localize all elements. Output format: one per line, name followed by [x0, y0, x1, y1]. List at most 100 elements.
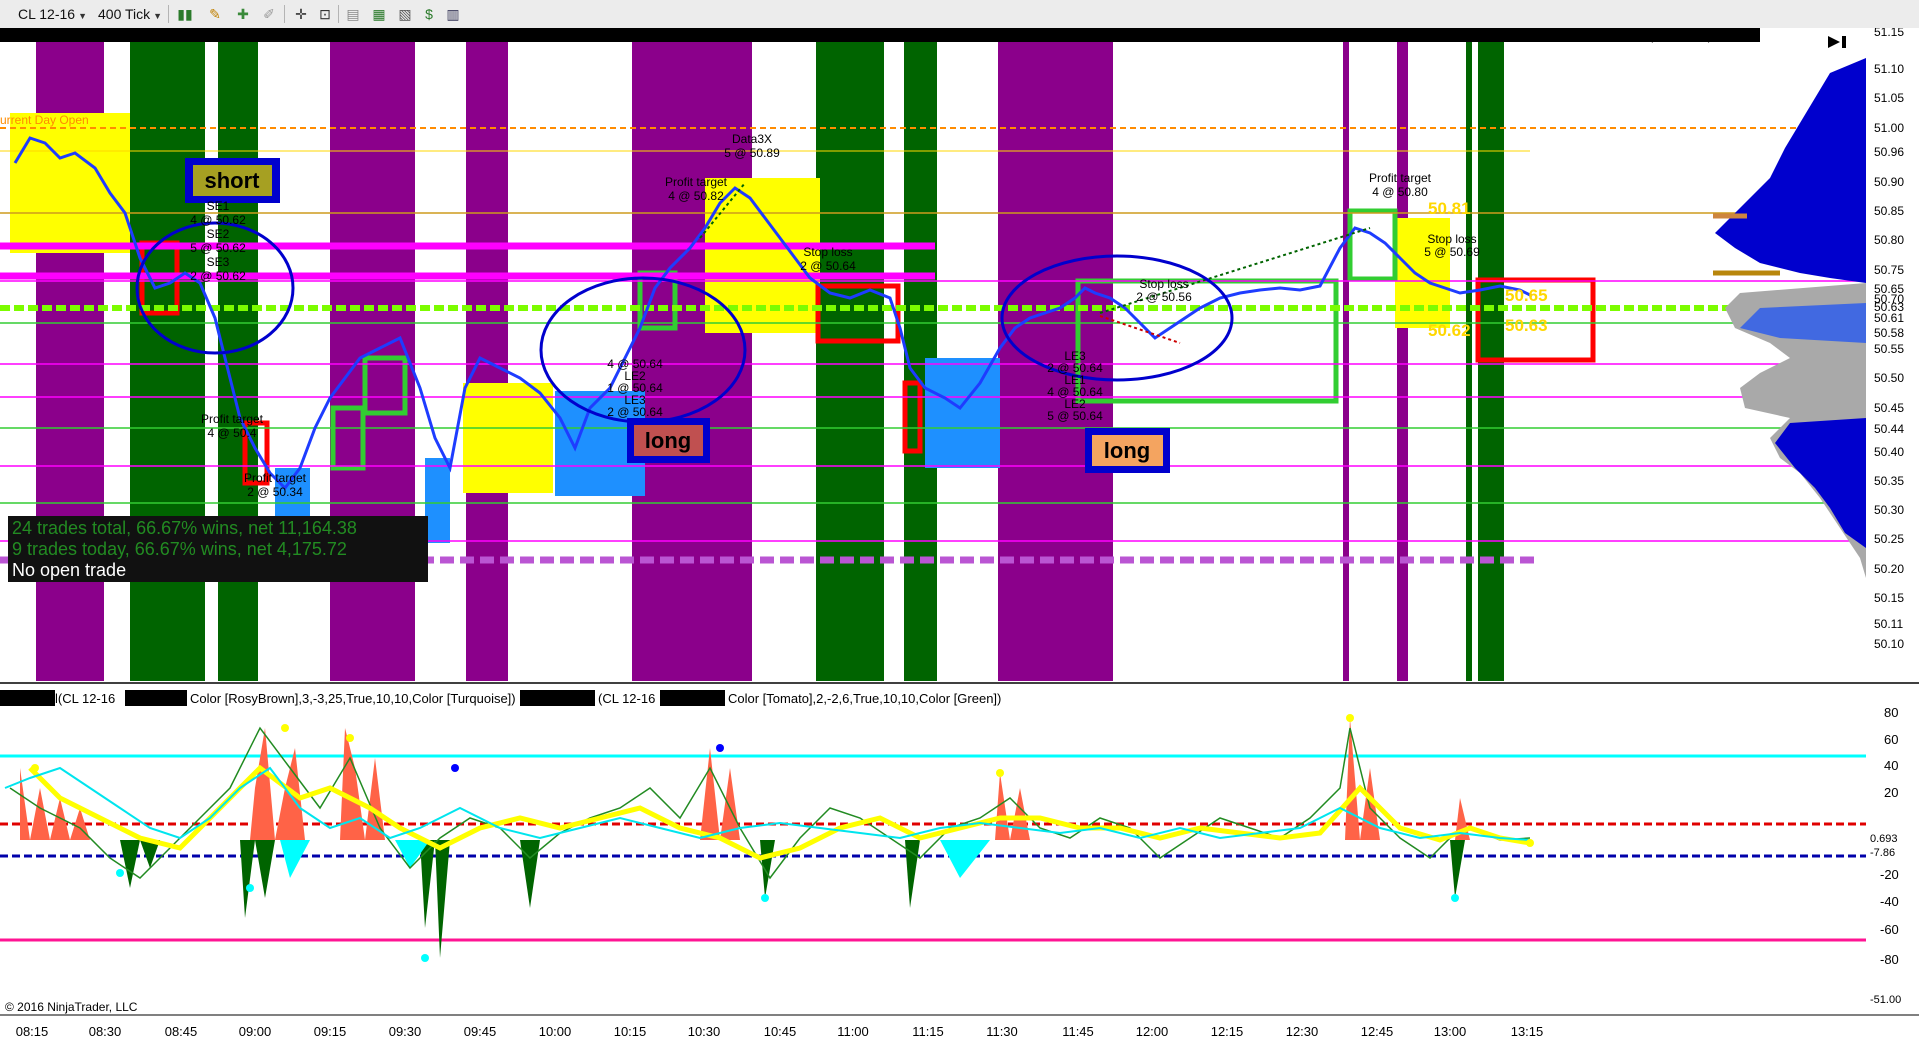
svg-text:50.58: 50.58: [1874, 326, 1904, 340]
svg-text:50.96: 50.96: [1874, 145, 1904, 159]
svg-text:10:00: 10:00: [539, 1024, 572, 1039]
strategy-icon[interactable]: ✚: [234, 5, 252, 23]
chart-header-label: (CL 12-16 (400 Tick: [1649, 29, 1755, 43]
svg-text:50.10: 50.10: [1874, 637, 1904, 651]
svg-text:2 @ 50.34: 2 @ 50.34: [247, 485, 303, 499]
data-box-icon[interactable]: $: [420, 5, 438, 23]
indicator-panel[interactable]: [0, 685, 1866, 1015]
svg-text:51.10: 51.10: [1874, 62, 1904, 76]
strategies-icon[interactable]: ▧: [396, 5, 414, 23]
svg-text:11:30: 11:30: [986, 1024, 1018, 1039]
svg-text:4 @ 50.82: 4 @ 50.82: [668, 189, 724, 203]
svg-text:10:30: 10:30: [688, 1024, 721, 1039]
svg-text:13:15: 13:15: [1511, 1024, 1544, 1039]
svg-text:(CL 12-16: (CL 12-16: [598, 691, 655, 706]
svg-text:Profit target: Profit target: [1369, 171, 1432, 185]
svg-text:Profit target: Profit target: [665, 175, 728, 189]
copyright-text: © 2016 NinjaTrader, LLC: [5, 1000, 138, 1014]
svg-text:Stop loss: Stop loss: [1139, 277, 1188, 291]
svg-text:12:15: 12:15: [1211, 1024, 1244, 1039]
svg-text:12:30: 12:30: [1286, 1024, 1319, 1039]
svg-text:50.65: 50.65: [1505, 286, 1548, 305]
svg-text:50.44: 50.44: [1874, 422, 1904, 436]
svg-text:Profit target: Profit target: [201, 412, 264, 426]
svg-text:-7.86: -7.86: [1870, 847, 1895, 859]
svg-text:50.40: 50.40: [1874, 445, 1904, 459]
draw-tool-icon[interactable]: ✎: [206, 5, 224, 23]
svg-text:long: long: [645, 428, 691, 453]
svg-text:09:30: 09:30: [389, 1024, 422, 1039]
svg-text:short: short: [205, 168, 261, 193]
svg-text:50.63: 50.63: [1505, 316, 1548, 335]
svg-text:2 @ 50.64: 2 @ 50.64: [607, 405, 663, 419]
svg-text:SE1: SE1: [207, 199, 230, 213]
period-selector[interactable]: 400 Tick ▼: [98, 3, 162, 25]
indicator-label: l(CL 12-16 Color [RosyBrown],3,-3,25,Tru…: [0, 690, 1001, 706]
svg-text:Profit target: Profit target: [244, 471, 307, 485]
svg-text:9 trades today, 66.67% wins, n: 9 trades today, 66.67% wins, net 4,175.7…: [12, 539, 347, 559]
svg-text:50.15: 50.15: [1874, 591, 1904, 605]
svg-text:5 @ 50.69: 5 @ 50.69: [1424, 245, 1480, 259]
long-label-box-2: long: [1085, 428, 1170, 473]
svg-text:Current Day Open: Current Day Open: [0, 113, 89, 127]
svg-text:12:45: 12:45: [1361, 1024, 1394, 1039]
svg-text:50.30: 50.30: [1874, 503, 1904, 517]
svg-text:11:45: 11:45: [1062, 1024, 1094, 1039]
svg-text:-51.00: -51.00: [1870, 994, 1901, 1006]
svg-text:5 @ 50.62: 5 @ 50.62: [190, 241, 246, 255]
chart-trader-icon[interactable]: ▥: [444, 5, 462, 23]
svg-text:Data3X: Data3X: [732, 132, 772, 146]
svg-text:51.15: 51.15: [1874, 28, 1904, 39]
svg-text:50.61: 50.61: [1874, 311, 1904, 325]
scroll-to-end-icon[interactable]: [1824, 32, 1850, 52]
svg-text:51.05: 51.05: [1874, 91, 1904, 105]
svg-text:long: long: [1104, 438, 1150, 463]
zoom-icon[interactable]: ⊡: [316, 5, 334, 23]
period-label: 400 Tick: [98, 6, 151, 22]
properties-icon[interactable]: ▤: [344, 5, 362, 23]
svg-text:50.90: 50.90: [1874, 175, 1904, 189]
redacted-header: [0, 28, 1760, 42]
svg-text:Color [RosyBrown],3,-3,25,Tru: Color [RosyBrown],3,-3,25,True,10,10,Col…: [190, 691, 516, 706]
svg-text:50.20: 50.20: [1874, 562, 1904, 576]
svg-text:24 trades total, 66.67% wins,: 24 trades total, 66.67% wins, net 11,164…: [12, 518, 357, 538]
indicators-icon[interactable]: ▦: [370, 5, 388, 23]
svg-text:2 @ 50.56: 2 @ 50.56: [1136, 290, 1192, 304]
svg-text:50.50: 50.50: [1874, 371, 1904, 385]
svg-text:80: 80: [1884, 705, 1898, 720]
svg-text:50.45: 50.45: [1874, 401, 1904, 415]
svg-text:Stop loss: Stop loss: [1427, 232, 1476, 246]
svg-text:11:15: 11:15: [912, 1024, 944, 1039]
chart-area: short long long Current Day Open SE1 4 @…: [0, 28, 1919, 1053]
svg-text:08:45: 08:45: [165, 1024, 198, 1039]
instrument-selector[interactable]: CL 12-16 ▼: [18, 3, 87, 25]
svg-text:51.00: 51.00: [1874, 121, 1904, 135]
time-axis[interactable]: [0, 1016, 1919, 1053]
crosshair-icon[interactable]: ✛: [292, 5, 310, 23]
svg-text:09:15: 09:15: [314, 1024, 347, 1039]
chart-style-icon[interactable]: ▮▮: [176, 5, 194, 23]
strategy-stats: 24 trades total, 66.67% wins, net 11,164…: [8, 516, 428, 582]
svg-text:12:00: 12:00: [1136, 1024, 1169, 1039]
svg-text:60: 60: [1884, 732, 1898, 747]
svg-text:-60: -60: [1880, 922, 1899, 937]
svg-text:2 @ 50.62: 2 @ 50.62: [190, 269, 246, 283]
svg-text:4 @ 50.62: 4 @ 50.62: [190, 213, 246, 227]
instrument-label: CL 12-16: [18, 6, 76, 22]
pin-icon[interactable]: ✐: [260, 5, 278, 23]
svg-text:5 @ 50.89: 5 @ 50.89: [724, 146, 780, 160]
svg-text:No open trade: No open trade: [12, 560, 126, 580]
svg-text:50.81: 50.81: [1428, 199, 1471, 218]
svg-text:50.35: 50.35: [1874, 474, 1904, 488]
svg-text:20: 20: [1884, 785, 1898, 800]
svg-text:10:15: 10:15: [614, 1024, 647, 1039]
svg-text:-80: -80: [1880, 952, 1899, 967]
svg-text:40: 40: [1884, 758, 1898, 773]
svg-text:50.80: 50.80: [1874, 233, 1904, 247]
svg-text:-20: -20: [1880, 867, 1899, 882]
svg-text:50.25: 50.25: [1874, 532, 1904, 546]
svg-text:13:00: 13:00: [1434, 1024, 1467, 1039]
svg-text:4 @ 50.4: 4 @ 50.4: [208, 426, 257, 440]
svg-text:50.11: 50.11: [1874, 617, 1903, 631]
short-label-box: short: [185, 158, 280, 203]
